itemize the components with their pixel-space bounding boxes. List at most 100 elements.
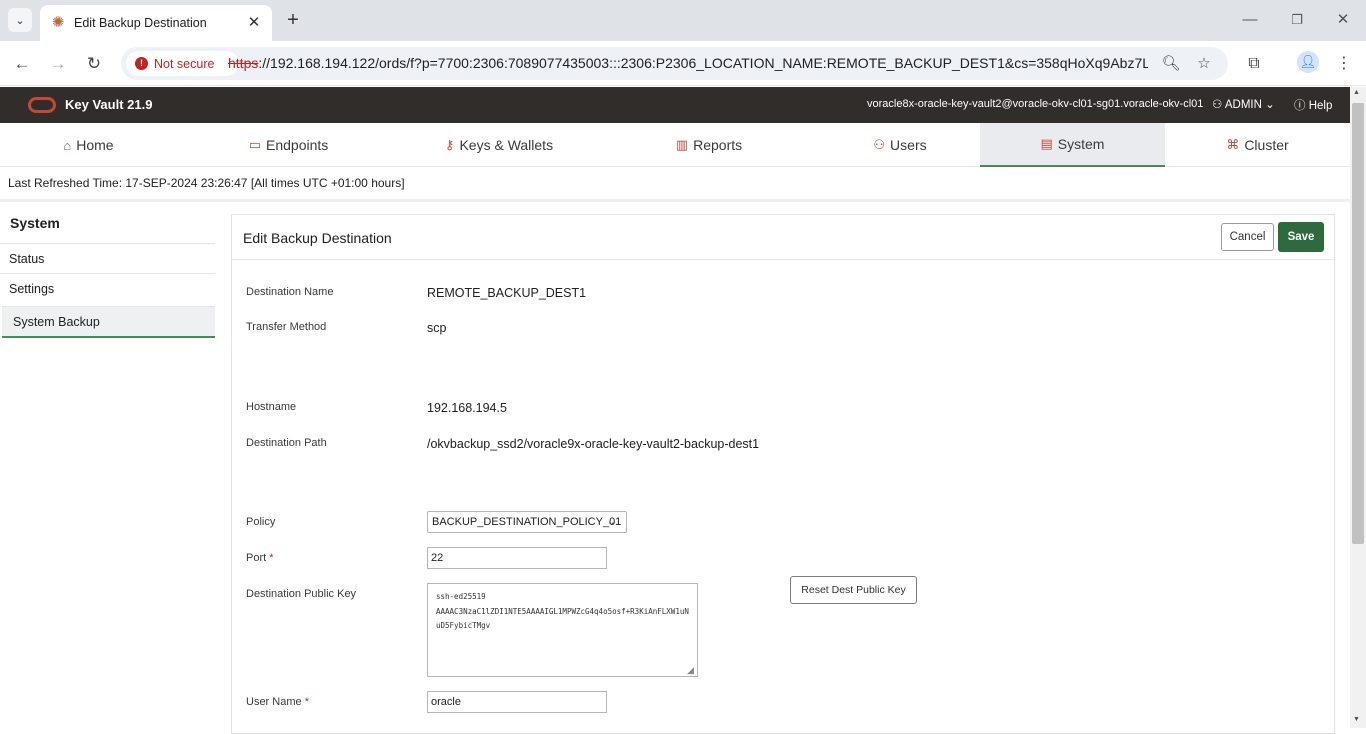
bar-chart-icon: ▥ bbox=[675, 137, 689, 152]
port-input[interactable] bbox=[427, 547, 607, 569]
sidebar-item-system-backup[interactable]: System Backup bbox=[2, 306, 215, 338]
url-rest: ://192.168.194.122/ords/f?p=7700:2306:70… bbox=[258, 55, 1148, 71]
zoom-icon[interactable]: 🔍︎ bbox=[1160, 53, 1182, 75]
port-label-text: Port bbox=[246, 552, 267, 564]
sidebar-item-status[interactable]: Status bbox=[0, 243, 215, 273]
security-label: Not secure bbox=[154, 56, 215, 71]
hostname-label: Hostname bbox=[246, 401, 297, 413]
divider bbox=[0, 199, 1350, 202]
forward-arrow-icon[interactable]: → bbox=[45, 51, 71, 77]
sidebar-item-settings[interactable]: Settings bbox=[0, 273, 215, 303]
profile-avatar-icon[interactable]: 👤︎ bbox=[1297, 51, 1319, 73]
sidebar-title: System bbox=[10, 215, 60, 231]
chevron-down-icon: ⌄ bbox=[1265, 99, 1275, 111]
reload-icon[interactable]: ↻ bbox=[81, 51, 107, 77]
help-link[interactable]: ⓘ Help bbox=[1294, 97, 1332, 113]
help-icon: ⓘ bbox=[1294, 100, 1306, 112]
tab-search-chevron-icon[interactable]: ⌄ bbox=[8, 8, 32, 32]
tab-users[interactable]: ⚇ Users bbox=[820, 123, 980, 167]
sidebar-item-label: System Backup bbox=[13, 314, 100, 329]
destination-name-value: REMOTE_BACKUP_DEST1 bbox=[427, 286, 587, 300]
browser-tab-strip: ⌄ ✺ Edit Backup Destination ✕ + — ❐ ✕ bbox=[0, 0, 1366, 41]
url-scheme: https bbox=[228, 55, 259, 71]
tab-home-label: Home bbox=[76, 137, 114, 153]
user-name-label-text: User Name bbox=[246, 696, 302, 708]
security-chip[interactable]: ! Not secure bbox=[126, 51, 239, 76]
edit-backup-panel: Edit Backup Destination Cancel Save bbox=[231, 214, 1335, 734]
destination-path-value: /okvbackup_ssd2/voracle9x-oracle-key-vau… bbox=[427, 437, 760, 451]
new-tab-icon[interactable]: + bbox=[282, 9, 304, 31]
scroll-down-arrow-icon[interactable]: ▼ bbox=[1353, 716, 1360, 723]
warning-icon: ! bbox=[135, 57, 148, 70]
monitor-icon: ▭ bbox=[248, 137, 261, 152]
help-label: Help bbox=[1308, 100, 1333, 112]
chevron-down-icon: ⌄ bbox=[606, 516, 616, 528]
destination-path-label: Destination Path bbox=[246, 437, 327, 449]
cluster-icon: ⌘ bbox=[1226, 137, 1240, 152]
back-arrow-icon[interactable]: ← bbox=[9, 51, 35, 77]
reset-public-key-button[interactable]: Reset Dest Public Key bbox=[790, 576, 917, 604]
url-text[interactable]: https://192.168.194.122/ords/f?p=7700:23… bbox=[228, 55, 1148, 71]
sidebar-item-label: Settings bbox=[9, 281, 55, 296]
tab-cluster-label: Cluster bbox=[1244, 137, 1289, 153]
oracle-logo-icon bbox=[28, 97, 56, 113]
window-close-icon[interactable]: ✕ bbox=[1328, 8, 1358, 32]
hostname-value: 192.168.194.5 bbox=[427, 401, 507, 415]
transfer-method-label: Transfer Method bbox=[246, 321, 327, 333]
user-menu[interactable]: ⚇ ADMIN ⌄ bbox=[1212, 97, 1275, 111]
extensions-puzzle-icon[interactable]: ⧉ bbox=[1241, 51, 1267, 77]
scrollbar-thumb[interactable] bbox=[1352, 103, 1364, 544]
tab-users-label: Users bbox=[890, 137, 927, 153]
list-icon: ▤ bbox=[1040, 136, 1053, 151]
restore-icon[interactable]: ❐ bbox=[1282, 8, 1312, 32]
close-tab-icon[interactable]: ✕ bbox=[244, 13, 264, 33]
browser-tab[interactable]: ✺ Edit Backup Destination ✕ bbox=[40, 5, 272, 41]
tab-reports[interactable]: ▥ Reports bbox=[598, 123, 820, 167]
last-refreshed-text: Last Refreshed Time: 17-SEP-2024 23:26:4… bbox=[8, 176, 405, 190]
transfer-method-value: scp bbox=[427, 321, 447, 335]
tab-endpoints-label: Endpoints bbox=[266, 137, 329, 153]
minimize-icon[interactable]: — bbox=[1235, 8, 1265, 32]
app-header: Key Vault 21.9 voracle8x-oracle-key-vaul… bbox=[0, 87, 1350, 123]
user-name-input[interactable] bbox=[427, 691, 607, 713]
panel-header: Edit Backup Destination Cancel Save bbox=[232, 215, 1334, 260]
public-key-textarea[interactable]: ssh-ed25519 AAAAC3NzaC1lZDI1NTE5AAAAIGL1… bbox=[427, 583, 698, 677]
address-bar[interactable]: ! Not secure https://192.168.194.122/ord… bbox=[121, 47, 1228, 80]
user-icon: ⚇ bbox=[1212, 99, 1223, 111]
home-icon: ⌂ bbox=[63, 137, 72, 153]
oracle-favicon-icon: ✺ bbox=[51, 14, 65, 31]
user-name: ADMIN bbox=[1224, 99, 1262, 111]
public-key-label: Destination Public Key bbox=[246, 588, 357, 600]
save-button[interactable]: Save bbox=[1278, 222, 1324, 252]
tab-system-label: System bbox=[1057, 136, 1105, 152]
users-icon: ⚇ bbox=[873, 137, 886, 152]
tab-keys-wallets-label: Keys & Wallets bbox=[459, 137, 554, 153]
panel-title: Edit Backup Destination bbox=[243, 230, 392, 246]
resize-handle-icon[interactable]: ◢ bbox=[687, 666, 696, 675]
policy-selected-value: BACKUP_DESTINATION_POLICY_01 bbox=[432, 516, 622, 528]
user-name-label: User Name * bbox=[246, 696, 309, 708]
user-host-label: voracle8x-oracle-key-vault2@voracle-okv-… bbox=[867, 98, 1204, 110]
tab-reports-label: Reports bbox=[693, 137, 743, 153]
browser-toolbar: ← → ↻ ! Not secure https://192.168.194.1… bbox=[0, 41, 1366, 86]
port-label: Port * bbox=[246, 552, 274, 564]
tab-system[interactable]: ▤ System bbox=[980, 123, 1165, 167]
tab-keys-wallets[interactable]: ⚷ Keys & Wallets bbox=[400, 123, 598, 167]
app-title: Key Vault 21.9 bbox=[65, 97, 153, 112]
policy-label: Policy bbox=[246, 516, 276, 528]
required-asterisk: * bbox=[304, 696, 309, 708]
browser-menu-icon[interactable]: ⋮ bbox=[1331, 51, 1357, 77]
scroll-up-arrow-icon[interactable]: ▲ bbox=[1353, 89, 1360, 96]
required-asterisk: * bbox=[269, 552, 274, 564]
tab-endpoints[interactable]: ▭ Endpoints bbox=[177, 123, 400, 167]
main-nav: ⌂ Home ▭ Endpoints ⚷ Keys & Wallets ▥ Report… bbox=[0, 123, 1350, 167]
destination-name-label: Destination Name bbox=[246, 286, 334, 298]
bookmark-star-icon[interactable]: ☆ bbox=[1193, 53, 1215, 75]
sidebar-item-label: Status bbox=[9, 251, 45, 266]
cancel-button[interactable]: Cancel bbox=[1221, 223, 1274, 251]
key-icon: ⚷ bbox=[444, 137, 455, 152]
tab-cluster[interactable]: ⌘ Cluster bbox=[1165, 123, 1350, 167]
tab-home[interactable]: ⌂ Home bbox=[0, 123, 177, 167]
browser-tab-title: Edit Backup Destination bbox=[74, 16, 207, 30]
policy-select[interactable]: BACKUP_DESTINATION_POLICY_01 ⌄ bbox=[427, 511, 627, 533]
